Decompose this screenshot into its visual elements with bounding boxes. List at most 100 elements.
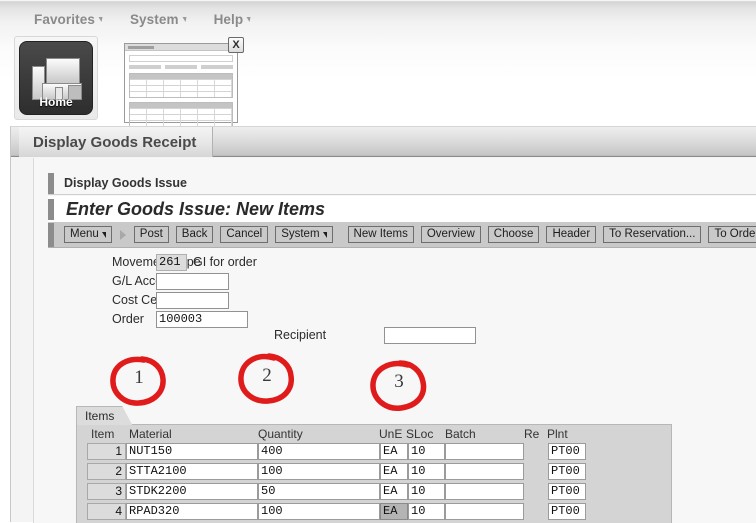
cell-material[interactable]: NUT150: [126, 443, 258, 460]
cell-item[interactable]: 1: [87, 443, 126, 460]
cell-une[interactable]: EA: [380, 483, 408, 500]
header-form: Movement Type 261 GI for order G/L Accou…: [48, 253, 756, 345]
column-header-re[interactable]: Re: [524, 427, 539, 441]
gl-account-label: G/L Account: [112, 274, 180, 288]
post-button-label: Post: [139, 227, 163, 240]
cell-quantity[interactable]: 100: [258, 503, 380, 520]
home-tile-container[interactable]: Home: [14, 36, 98, 120]
order-field[interactable]: 100003: [156, 310, 248, 328]
cell-quantity[interactable]: 400: [258, 443, 380, 460]
chevron-down-icon: [245, 16, 251, 22]
cell-une[interactable]: EA: [380, 443, 408, 460]
movement-type-description: GI for order: [193, 255, 257, 269]
system-button[interactable]: System: [275, 226, 333, 243]
cell-sloc[interactable]: 10: [408, 463, 445, 480]
chevron-down-icon: [322, 231, 327, 238]
cell-material[interactable]: RPAD320: [126, 503, 258, 520]
column-header-quantity[interactable]: Quantity: [258, 427, 303, 441]
gl-account-field[interactable]: [156, 272, 229, 290]
cost-center-field[interactable]: [156, 291, 229, 309]
cell-item[interactable]: 2: [87, 463, 126, 480]
new-items-button-label: New Items: [353, 227, 408, 240]
column-header-item[interactable]: Item: [91, 427, 114, 441]
column-header-sloc[interactable]: SLoc: [406, 427, 433, 441]
new-items-button[interactable]: New Items: [347, 226, 414, 243]
breadcrumb-label: Display Goods Issue: [64, 176, 187, 190]
cell-une[interactable]: EA: [380, 463, 408, 480]
cost-center-row: Cost Center: [48, 291, 229, 309]
cancel-button[interactable]: Cancel: [220, 226, 269, 243]
column-header-batch[interactable]: Batch: [445, 427, 476, 441]
movement-type-row: Movement Type 261 GI for order: [48, 253, 257, 271]
toolbar-separator-arrow-icon: [119, 229, 126, 240]
cell-sloc[interactable]: 10: [408, 483, 445, 500]
toolbar-buttons: Menu Post Back Cancel System New Items O…: [54, 226, 756, 243]
portal-header: Favorites System Help Home X: [0, 0, 756, 128]
recipient-label: Recipient: [274, 328, 327, 342]
menu-button-label: Menu: [70, 227, 99, 240]
building-icon: [46, 58, 80, 84]
cell-plnt[interactable]: PT00: [548, 483, 586, 500]
cell-plnt[interactable]: PT00: [548, 443, 586, 460]
portal-menubar: Favorites System Help: [0, 8, 264, 30]
cell-quantity[interactable]: 100: [258, 463, 380, 480]
cell-batch[interactable]: [445, 503, 524, 520]
cell-plnt[interactable]: PT00: [548, 503, 586, 520]
application-window: Display Goods Receipt Display Goods Issu…: [10, 126, 756, 523]
gl-account-row: G/L Account: [48, 272, 229, 290]
column-header-une[interactable]: UnE: [379, 427, 402, 441]
thumbnail-grid-lower: [129, 102, 233, 127]
cancel-button-label: Cancel: [226, 227, 263, 240]
cell-sloc[interactable]: 10: [408, 443, 445, 460]
column-header-material[interactable]: Material: [129, 427, 172, 441]
table-row: 1 NUT150 400 EA 10 PT00: [82, 443, 671, 462]
table-row: 4 RPAD320 100 EA 10 PT00: [82, 503, 671, 522]
cell-une[interactable]: EA: [380, 503, 408, 520]
chevron-down-icon: [181, 16, 187, 22]
cell-item[interactable]: 4: [87, 503, 126, 520]
portal-menu-help[interactable]: Help: [200, 12, 265, 27]
portal-menu-favorites-label: Favorites: [34, 11, 95, 27]
to-order-button-label: To Order...: [714, 227, 756, 240]
cell-batch[interactable]: [445, 463, 524, 480]
overview-button[interactable]: Overview: [420, 226, 481, 243]
home-tile-label: Home: [39, 95, 73, 109]
to-order-button[interactable]: To Order...: [708, 226, 756, 243]
screen-heading: Enter Goods Issue: New Items: [48, 196, 756, 222]
items-grid-panel: Item Material Quantity UnE SLoc Batch Re…: [76, 424, 672, 523]
menu-button[interactable]: Menu: [64, 226, 112, 243]
to-reservation-button[interactable]: To Reservation...: [603, 226, 702, 243]
screen-heading-text: Enter Goods Issue: New Items: [66, 198, 326, 219]
window-thumbnail-titlebar: [125, 44, 237, 51]
transaction-content-area: Display Goods Issue Enter Goods Issue: N…: [33, 158, 756, 523]
column-header-plnt[interactable]: Plnt: [547, 427, 568, 441]
cell-material[interactable]: STDK2200: [126, 483, 258, 500]
window-thumbnail[interactable]: X: [124, 37, 244, 127]
recipient-field[interactable]: [384, 326, 477, 344]
cell-sloc[interactable]: 10: [408, 503, 445, 520]
portal-menu-system-label: System: [129, 11, 179, 27]
close-icon[interactable]: X: [228, 37, 244, 53]
movement-type-field[interactable]: 261: [156, 253, 187, 271]
order-label: Order: [112, 312, 144, 326]
header-button[interactable]: Header: [546, 226, 597, 243]
cell-plnt[interactable]: PT00: [548, 463, 586, 480]
cell-batch[interactable]: [445, 483, 524, 500]
annotation-label-1: 1: [134, 367, 144, 388]
cell-material[interactable]: STTA2100: [126, 463, 258, 480]
choose-button[interactable]: Choose: [487, 226, 540, 243]
home-tile[interactable]: Home: [19, 41, 93, 115]
chevron-down-icon: [97, 16, 103, 22]
cell-batch[interactable]: [445, 443, 524, 460]
cell-quantity[interactable]: 50: [258, 483, 380, 500]
portal-menu-favorites[interactable]: Favorites: [0, 12, 116, 27]
back-button-label: Back: [181, 227, 208, 240]
thumbnail-field: [129, 55, 233, 62]
to-reservation-button-label: To Reservation...: [609, 227, 696, 240]
portal-menu-system[interactable]: System: [116, 12, 200, 27]
window-tab-display-goods-receipt[interactable]: Display Goods Receipt: [19, 127, 214, 157]
back-button[interactable]: Back: [175, 226, 214, 243]
cell-item[interactable]: 3: [87, 483, 126, 500]
post-button[interactable]: Post: [133, 226, 169, 243]
window-titlebar: Display Goods Receipt: [11, 127, 756, 157]
